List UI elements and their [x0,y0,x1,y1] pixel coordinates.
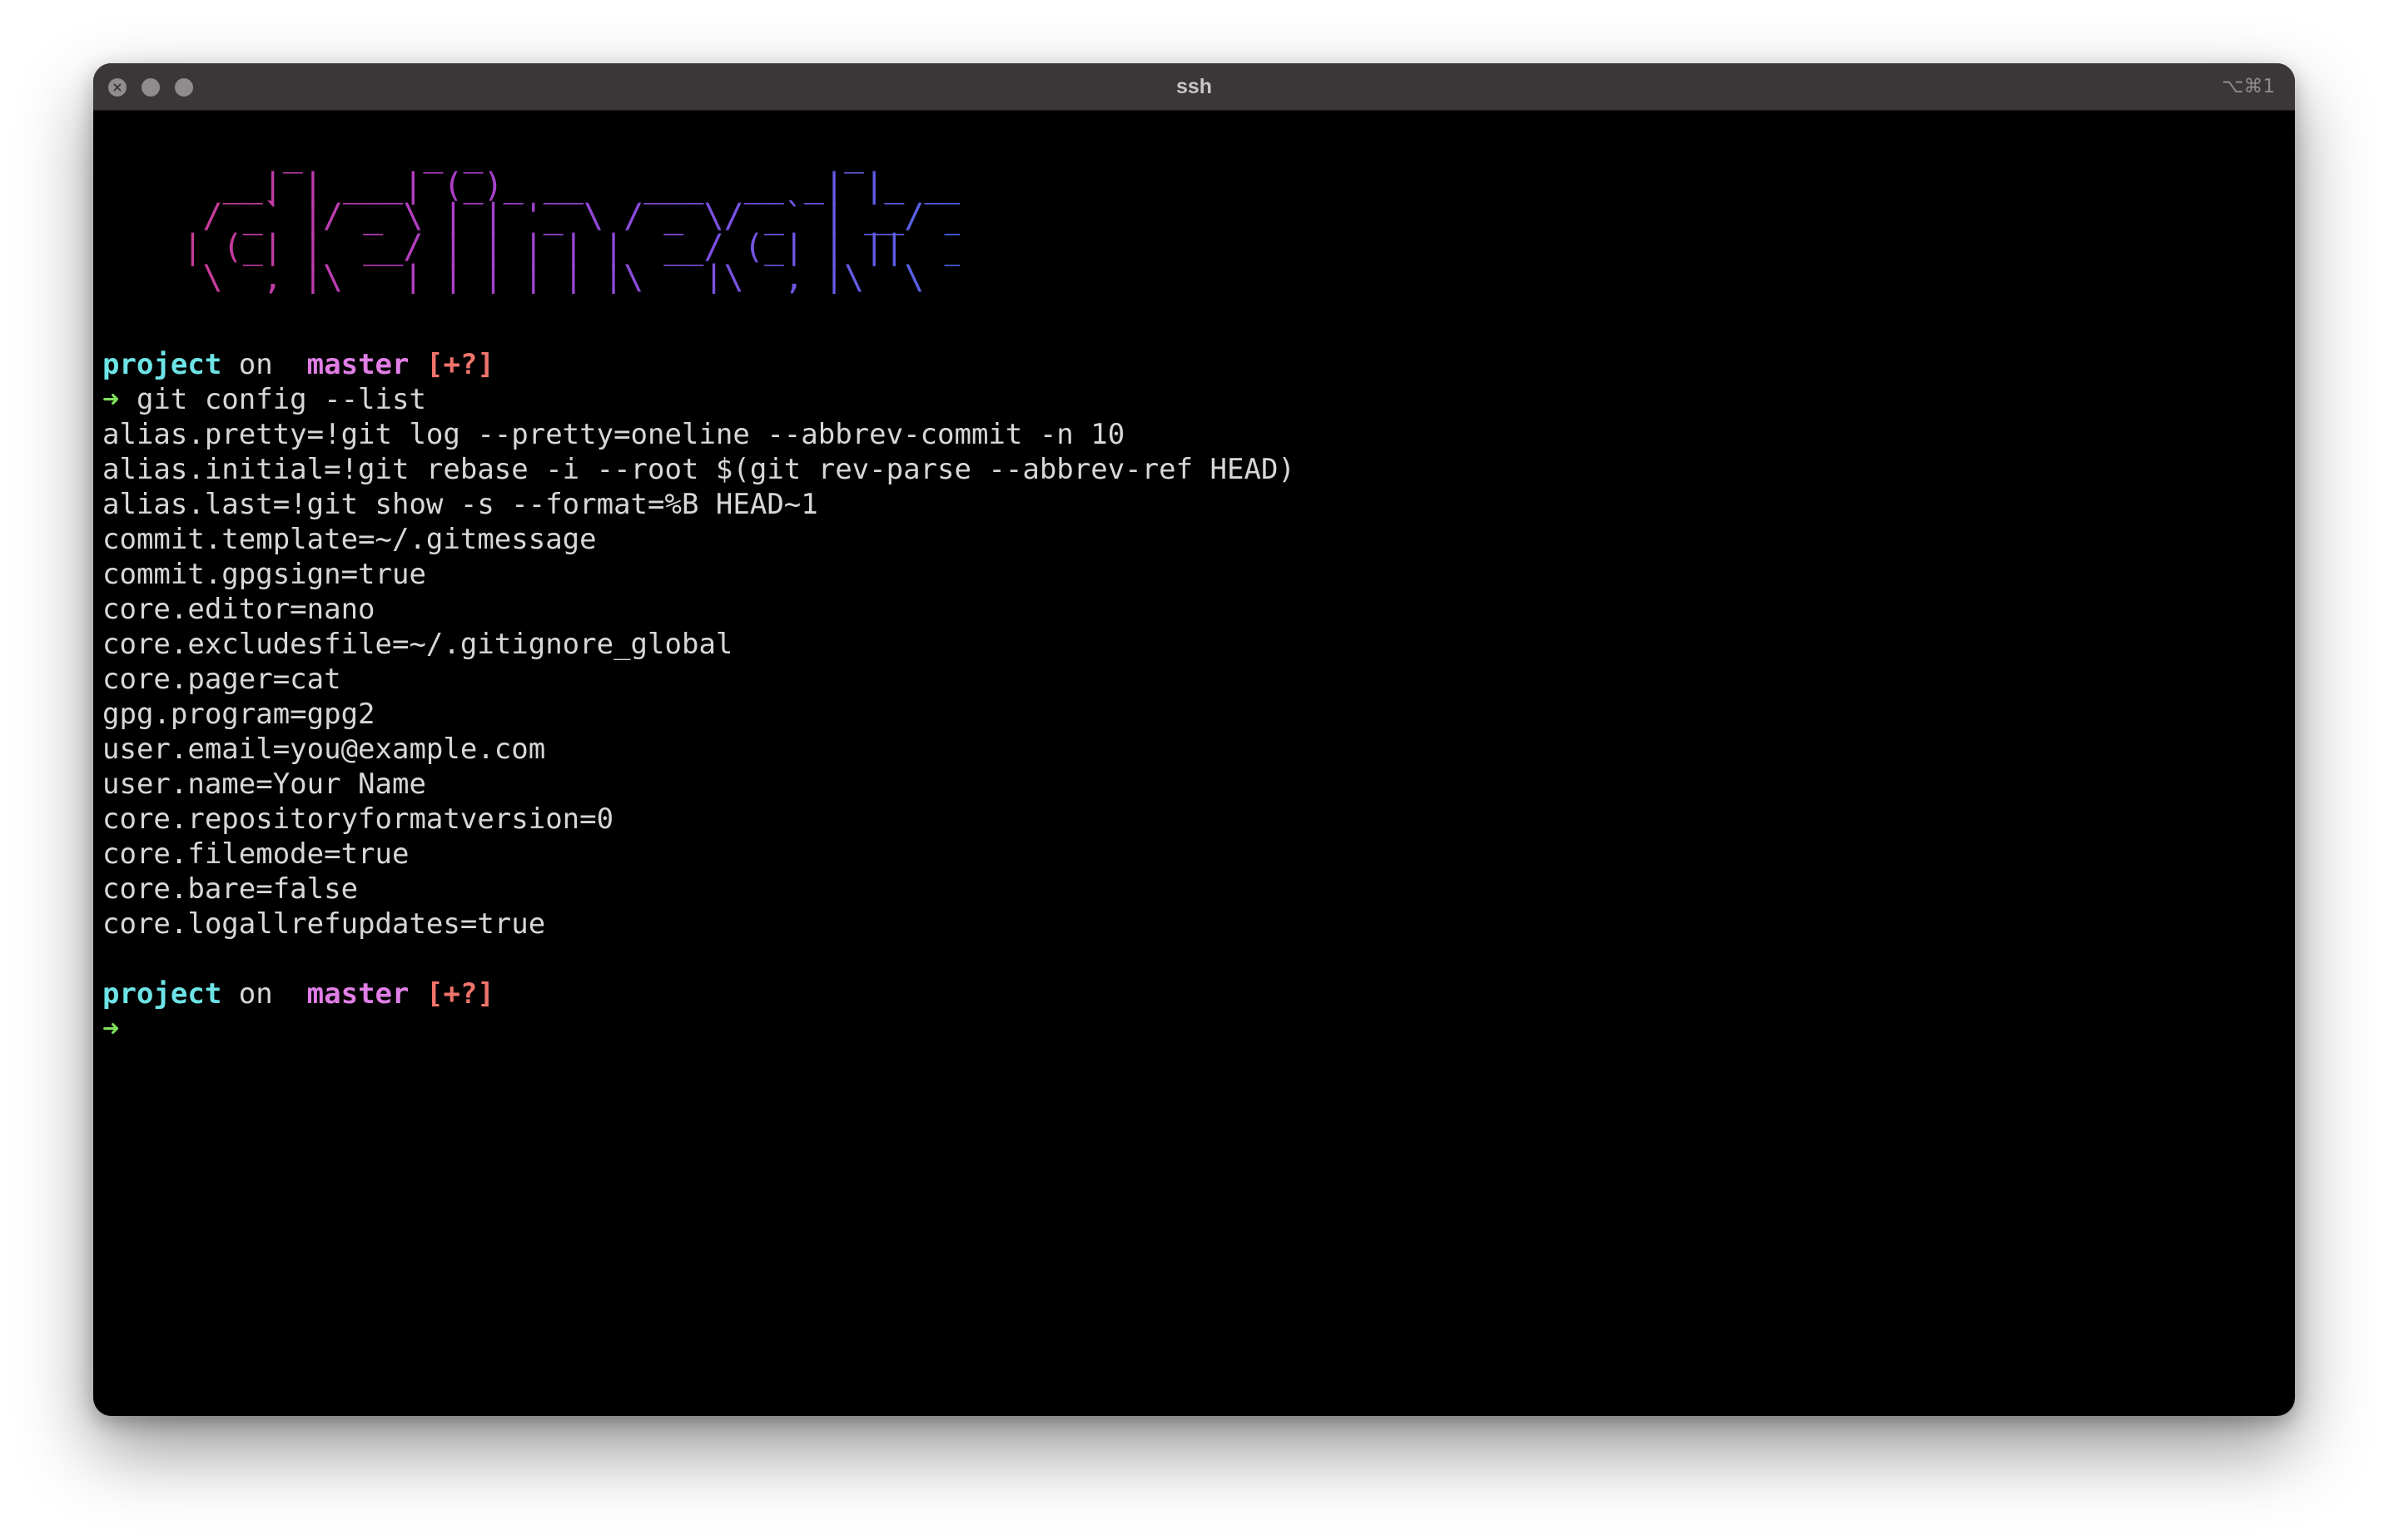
window-shortcut: ⌥⌘1 [2221,76,2275,97]
output-line: core.bare=false [102,872,359,906]
prompt-arrow-icon: ➜ [102,383,120,416]
prompt-branch: master [306,348,410,381]
prompt-on: on [221,977,291,1011]
prompt-line: project on master [+?] [102,347,2295,382]
output-line: core.excludesfile=~/.gitignore_global [102,628,733,661]
output-line: alias.pretty=!git log --pretty=oneline -… [102,418,1125,451]
prompt-git-status: [+?] [425,348,494,381]
prompt-directory: project [102,348,222,381]
command-line: ➜ git config --list [102,382,2295,417]
output-line: core.pager=cat [102,663,341,696]
terminal-content[interactable]: _ _ _ _ _ __| | ___| (_)_ __ ___ __ _| |… [102,138,2295,1416]
prompt-git-status: [+?] [425,977,494,1011]
window-title: ssh [1175,75,1213,98]
terminal-window: × ssh ⌥⌘1 _ _ _ _ _ __| | ___| (_)_ __ _… [93,63,2295,1416]
prompt-on: on [221,348,291,381]
output-line: commit.gpgsign=true [102,558,426,591]
output-line: alias.initial=!git rebase -i --root $(gi… [102,453,1295,486]
title-bar[interactable]: × ssh ⌥⌘1 [93,63,2295,111]
prompt-line: project on master [+?] [102,976,2295,1011]
output-line: user.email=you@example.com [102,733,546,766]
command-line[interactable]: ➜ [102,1011,2295,1046]
output-line: gpg.program=gpg2 [102,698,375,731]
output-line: user.name=Your Name [102,768,426,801]
prompt-branch: master [306,977,410,1011]
output-line: core.logallrefupdates=true [102,907,546,941]
prompt-directory: project [102,977,222,1011]
ascii-banner: _ _ _ _ _ __| | ___| (_)_ __ ___ __ _| |… [102,138,1185,295]
output-line: alias.last=!git show -s --format=%B HEAD… [102,488,818,521]
output-line: commit.template=~/.gitmessage [102,523,597,556]
prompt-arrow-icon: ➜ [102,1012,120,1046]
output-line: core.editor=nano [102,593,375,626]
command-output: alias.pretty=!git log --pretty=oneline -… [102,417,2295,941]
output-line: core.filemode=true [102,837,410,871]
command-text: git config --list [119,383,426,416]
output-line: core.repositoryformatversion=0 [102,802,614,836]
